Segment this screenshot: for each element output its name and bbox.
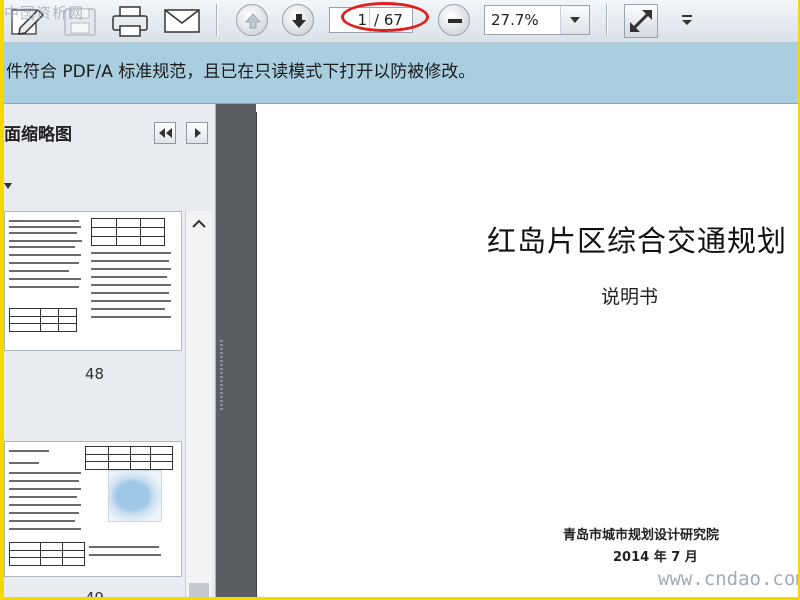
zoom-out-button[interactable] (438, 4, 470, 36)
map-thumbnail-image (108, 470, 162, 522)
toolbar-overflow-button[interactable] (676, 6, 698, 34)
document-date: 2014 年 7 月 (613, 550, 698, 565)
pdfa-info-bar: 件符合 PDF/A 标准规范，且已在只读模式下打开以防被修改。 (4, 43, 798, 104)
thumbnail-page[interactable] (4, 211, 182, 351)
zoom-select[interactable]: 27.7% (484, 5, 590, 35)
watermark-text: 中国资析网 (4, 4, 85, 22)
zoom-dropdown-button[interactable] (560, 6, 589, 34)
arrow-up-icon (244, 13, 262, 29)
chevron-right-icon (195, 128, 201, 138)
double-chevron-left-icon (159, 128, 172, 138)
thumbnail-page[interactable] (4, 441, 182, 577)
splitter-grip[interactable] (220, 340, 223, 410)
document-page: 红岛片区综合交通规划 说明书 青岛市城市规划设计研究院 2014 年 7 月 (256, 112, 798, 597)
red-highlight-circle (341, 2, 429, 32)
mail-icon[interactable] (162, 6, 202, 36)
toolbar-separator (216, 4, 218, 36)
previous-page-button[interactable] (236, 4, 268, 36)
minus-icon (448, 19, 462, 23)
panel-expand-button[interactable] (186, 122, 208, 144)
thumbnail-list: 48 (4, 211, 185, 597)
print-icon[interactable] (110, 4, 150, 38)
arrow-down-icon (292, 14, 306, 28)
thumbnails-panel: 面缩略图 48 (4, 104, 216, 597)
thumbnail-page-number: 48 (84, 365, 105, 383)
next-page-button[interactable] (282, 4, 314, 36)
document-subtitle: 说明书 (601, 286, 659, 308)
document-title: 红岛片区综合交通规划 (487, 224, 788, 258)
document-organization: 青岛市城市规划设计研究院 (563, 528, 720, 543)
toolbar-separator (606, 4, 608, 36)
thumbnail-page-number: 49 (4, 589, 185, 597)
options-triangle-icon[interactable] (4, 183, 14, 191)
panel-splitter[interactable] (216, 104, 256, 597)
scroll-up-icon[interactable] (192, 219, 206, 229)
app-window: 1 / 67 27.7% 中国资析网 件符合 PDF/A 标准规范，且已在只读模… (4, 0, 798, 597)
panel-collapse-button[interactable] (154, 122, 176, 144)
info-bar-message: 件符合 PDF/A 标准规范，且已在只读模式下打开以防被修改。 (6, 62, 476, 82)
chevron-down-icon (570, 17, 580, 23)
full-screen-button[interactable] (624, 4, 658, 38)
watermark-url: www.cndao.com (658, 568, 798, 590)
panel-title: 面缩略图 (4, 125, 72, 145)
toolbar: 1 / 67 27.7% 中国资析网 (4, 0, 798, 43)
zoom-value: 27.7% (491, 11, 539, 29)
scrollbar-thumb[interactable] (189, 583, 209, 597)
overflow-chevron-icon (682, 15, 692, 25)
thumbnail-scrollbar[interactable] (185, 211, 212, 597)
expand-icon (629, 9, 653, 33)
